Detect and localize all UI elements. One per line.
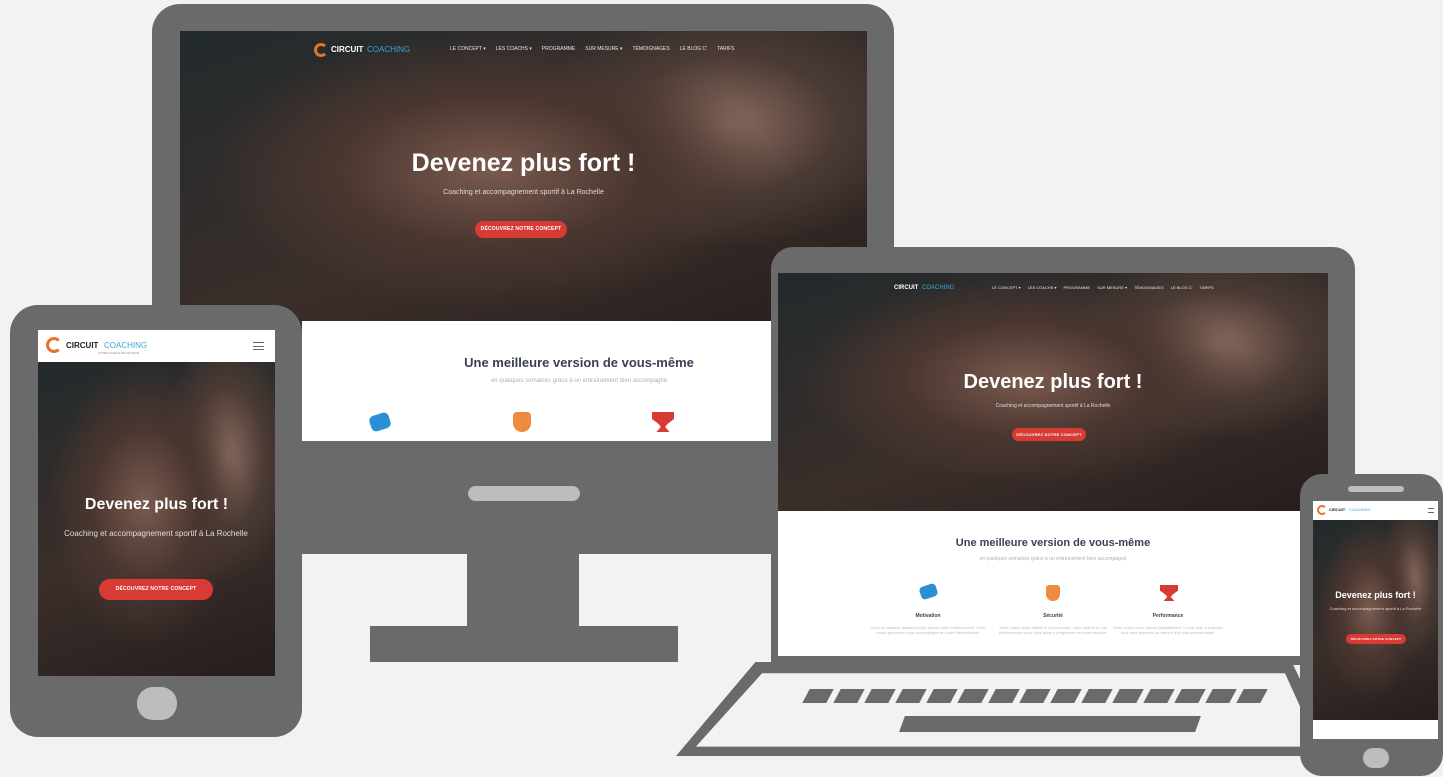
tablet-header: CIRCUIT COACHING VOTRE COACH ATLANTIQUE: [38, 330, 275, 362]
logo-tagline: VOTRE COACH ATLANTIQUE: [98, 351, 140, 355]
tablet-home-button[interactable]: [137, 687, 177, 720]
hero-title: Devenez plus fort !: [411, 149, 636, 177]
keyboard-key: [833, 689, 865, 703]
logo-text-coaching: COACHING: [104, 341, 148, 350]
tablet-screen: CIRCUIT COACHING VOTRE COACH ATLANTIQUE …: [38, 330, 275, 676]
logo-mark-icon: [314, 43, 328, 57]
monitor-base: [370, 626, 678, 662]
desktop-logo[interactable]: CIRCUIT COACHING: [314, 43, 414, 59]
nav-item-blog[interactable]: LE BLOG C': [680, 46, 707, 52]
hero-subtitle: Coaching et accompagnement sportif à La …: [64, 529, 248, 538]
hero-cta-button[interactable]: DÉCOUVREZ NOTRE CONCEPT: [99, 579, 213, 600]
hero-cta-button[interactable]: DÉCOUVREZ NOTRE CONCEPT: [1012, 428, 1086, 441]
laptop-keyboard-area: [695, 673, 1319, 747]
handshake-icon: [918, 582, 939, 601]
logo-text-circuit: CIRCUIT: [894, 285, 919, 291]
section-subtitle: en quelques semaines grâce à un entraîne…: [979, 556, 1127, 562]
logo-text-circuit: CIRCUIT: [66, 341, 99, 350]
laptop-hero: CIRCUIT COACHING LE CONCEPT ▾ LES COACHS…: [778, 273, 1328, 511]
keyboard-key: [1143, 689, 1175, 703]
keyboard-key: [1236, 689, 1268, 703]
keyboard-key: [957, 689, 989, 703]
monitor-power-light: [468, 486, 580, 501]
trophy-icon: [1160, 585, 1178, 601]
laptop-screen: CIRCUIT COACHING LE CONCEPT ▾ LES COACHS…: [778, 273, 1328, 656]
nav-item-programme[interactable]: PROGRAMME: [542, 46, 575, 52]
hero-cta-button[interactable]: DÉCOUVREZ NOTRE CONCEPT: [475, 221, 567, 238]
keyboard-key: [1050, 689, 1082, 703]
feature-text: Votre coach reste attentif à vos posture…: [998, 625, 1108, 636]
hero-title: Devenez plus fort !: [84, 496, 229, 513]
nav-item-coachs[interactable]: LES COACHS ▾: [496, 46, 532, 52]
keyboard-key: [895, 689, 927, 703]
keyboard-key: [1112, 689, 1144, 703]
phone-screen: CIRCUIT COACHING Devenez plus fort ! Coa…: [1313, 501, 1438, 739]
laptop-trackpad: [899, 716, 1201, 732]
keyboard-key: [1174, 689, 1206, 703]
nav-item-tarifs[interactable]: TARIFS: [717, 46, 734, 52]
hero-subtitle: Coaching et accompagnement sportif à La …: [995, 403, 1111, 409]
nav-item-coachs[interactable]: LES COACHS ▾: [1028, 285, 1057, 290]
hero-subtitle: Coaching et accompagnement sportif à La …: [1329, 606, 1422, 611]
nav-item-tarifs[interactable]: TARIFS: [1200, 285, 1214, 290]
nav-item-concept[interactable]: LE CONCEPT ▾: [992, 285, 1021, 290]
nav-item-programme[interactable]: PROGRAMME: [1064, 285, 1091, 290]
desktop-nav: LE CONCEPT ▾ LES COACHS ▾ PROGRAMME SUR …: [450, 46, 735, 52]
logo-text-coaching: COACHING: [367, 45, 411, 54]
hero-cta-button[interactable]: DÉCOUVREZ NOTRE CONCEPT: [1346, 634, 1406, 644]
nav-item-concept[interactable]: LE CONCEPT ▾: [450, 46, 486, 52]
feature-title: Performance: [1152, 613, 1184, 619]
phone-hero: Devenez plus fort ! Coaching et accompag…: [1313, 520, 1438, 720]
hand-eye-icon: [513, 412, 531, 432]
logo-mark-icon: [46, 337, 62, 353]
logo-text-circuit: CIRCUIT: [1329, 507, 1346, 512]
laptop-logo[interactable]: CIRCUIT COACHING: [894, 284, 974, 296]
hamburger-icon[interactable]: [253, 342, 264, 350]
phone-header: CIRCUIT COACHING: [1313, 501, 1438, 520]
keyboard-key: [1019, 689, 1051, 703]
nav-item-blog[interactable]: LE BLOG C': [1171, 285, 1193, 290]
nav-item-temoignages[interactable]: TÉMOIGNAGES: [1134, 285, 1164, 290]
keyboard-key: [1081, 689, 1113, 703]
logo-text-coaching: COACHING: [1349, 507, 1371, 512]
feature-text: Votre coach vous connait parfaitement. I…: [1112, 625, 1224, 636]
desktop-hero: CIRCUIT COACHING LE CONCEPT ▾ LES COACHS…: [180, 31, 867, 341]
logo-text-coaching: COACHING: [922, 285, 955, 291]
monitor-stand: [467, 552, 579, 628]
feature-title: Sécurité: [1043, 613, 1063, 619]
keyboard-key: [1205, 689, 1237, 703]
keyboard-key: [926, 689, 958, 703]
logo-mark-icon: [1317, 505, 1327, 515]
feature-title: Motivation: [915, 613, 941, 619]
keyboard-key: [864, 689, 896, 703]
nav-item-sur-mesure[interactable]: SUR MESURE ▾: [1097, 285, 1127, 290]
feature-text: Vous ne resterez jamais seul(e) durant v…: [870, 625, 986, 636]
logo-text-circuit: CIRCUIT: [331, 45, 364, 54]
nav-item-temoignages[interactable]: TÉMOIGNAGES: [633, 46, 670, 52]
tablet-hero: Devenez plus fort ! Coaching et accompag…: [38, 362, 275, 676]
hero-title: Devenez plus fort !: [963, 371, 1143, 393]
nav-item-sur-mesure[interactable]: SUR MESURE ▾: [585, 46, 622, 52]
laptop-keys: [802, 689, 1268, 703]
keyboard-key: [988, 689, 1020, 703]
laptop-nav: LE CONCEPT ▾ LES COACHS ▾ PROGRAMME SUR …: [992, 285, 1214, 290]
hand-eye-icon: [1046, 585, 1060, 601]
hero-subtitle: Coaching et accompagnement sportif à La …: [443, 189, 604, 196]
keyboard-key: [802, 689, 834, 703]
trophy-icon: [652, 412, 674, 432]
handshake-icon: [368, 411, 392, 433]
phone-speaker: [1348, 486, 1404, 492]
hero-title: Devenez plus fort !: [1335, 590, 1416, 600]
phone-home-button[interactable]: [1363, 748, 1389, 768]
hamburger-icon[interactable]: [1428, 508, 1434, 513]
section-title: Une meilleure version de vous-même: [955, 537, 1151, 549]
